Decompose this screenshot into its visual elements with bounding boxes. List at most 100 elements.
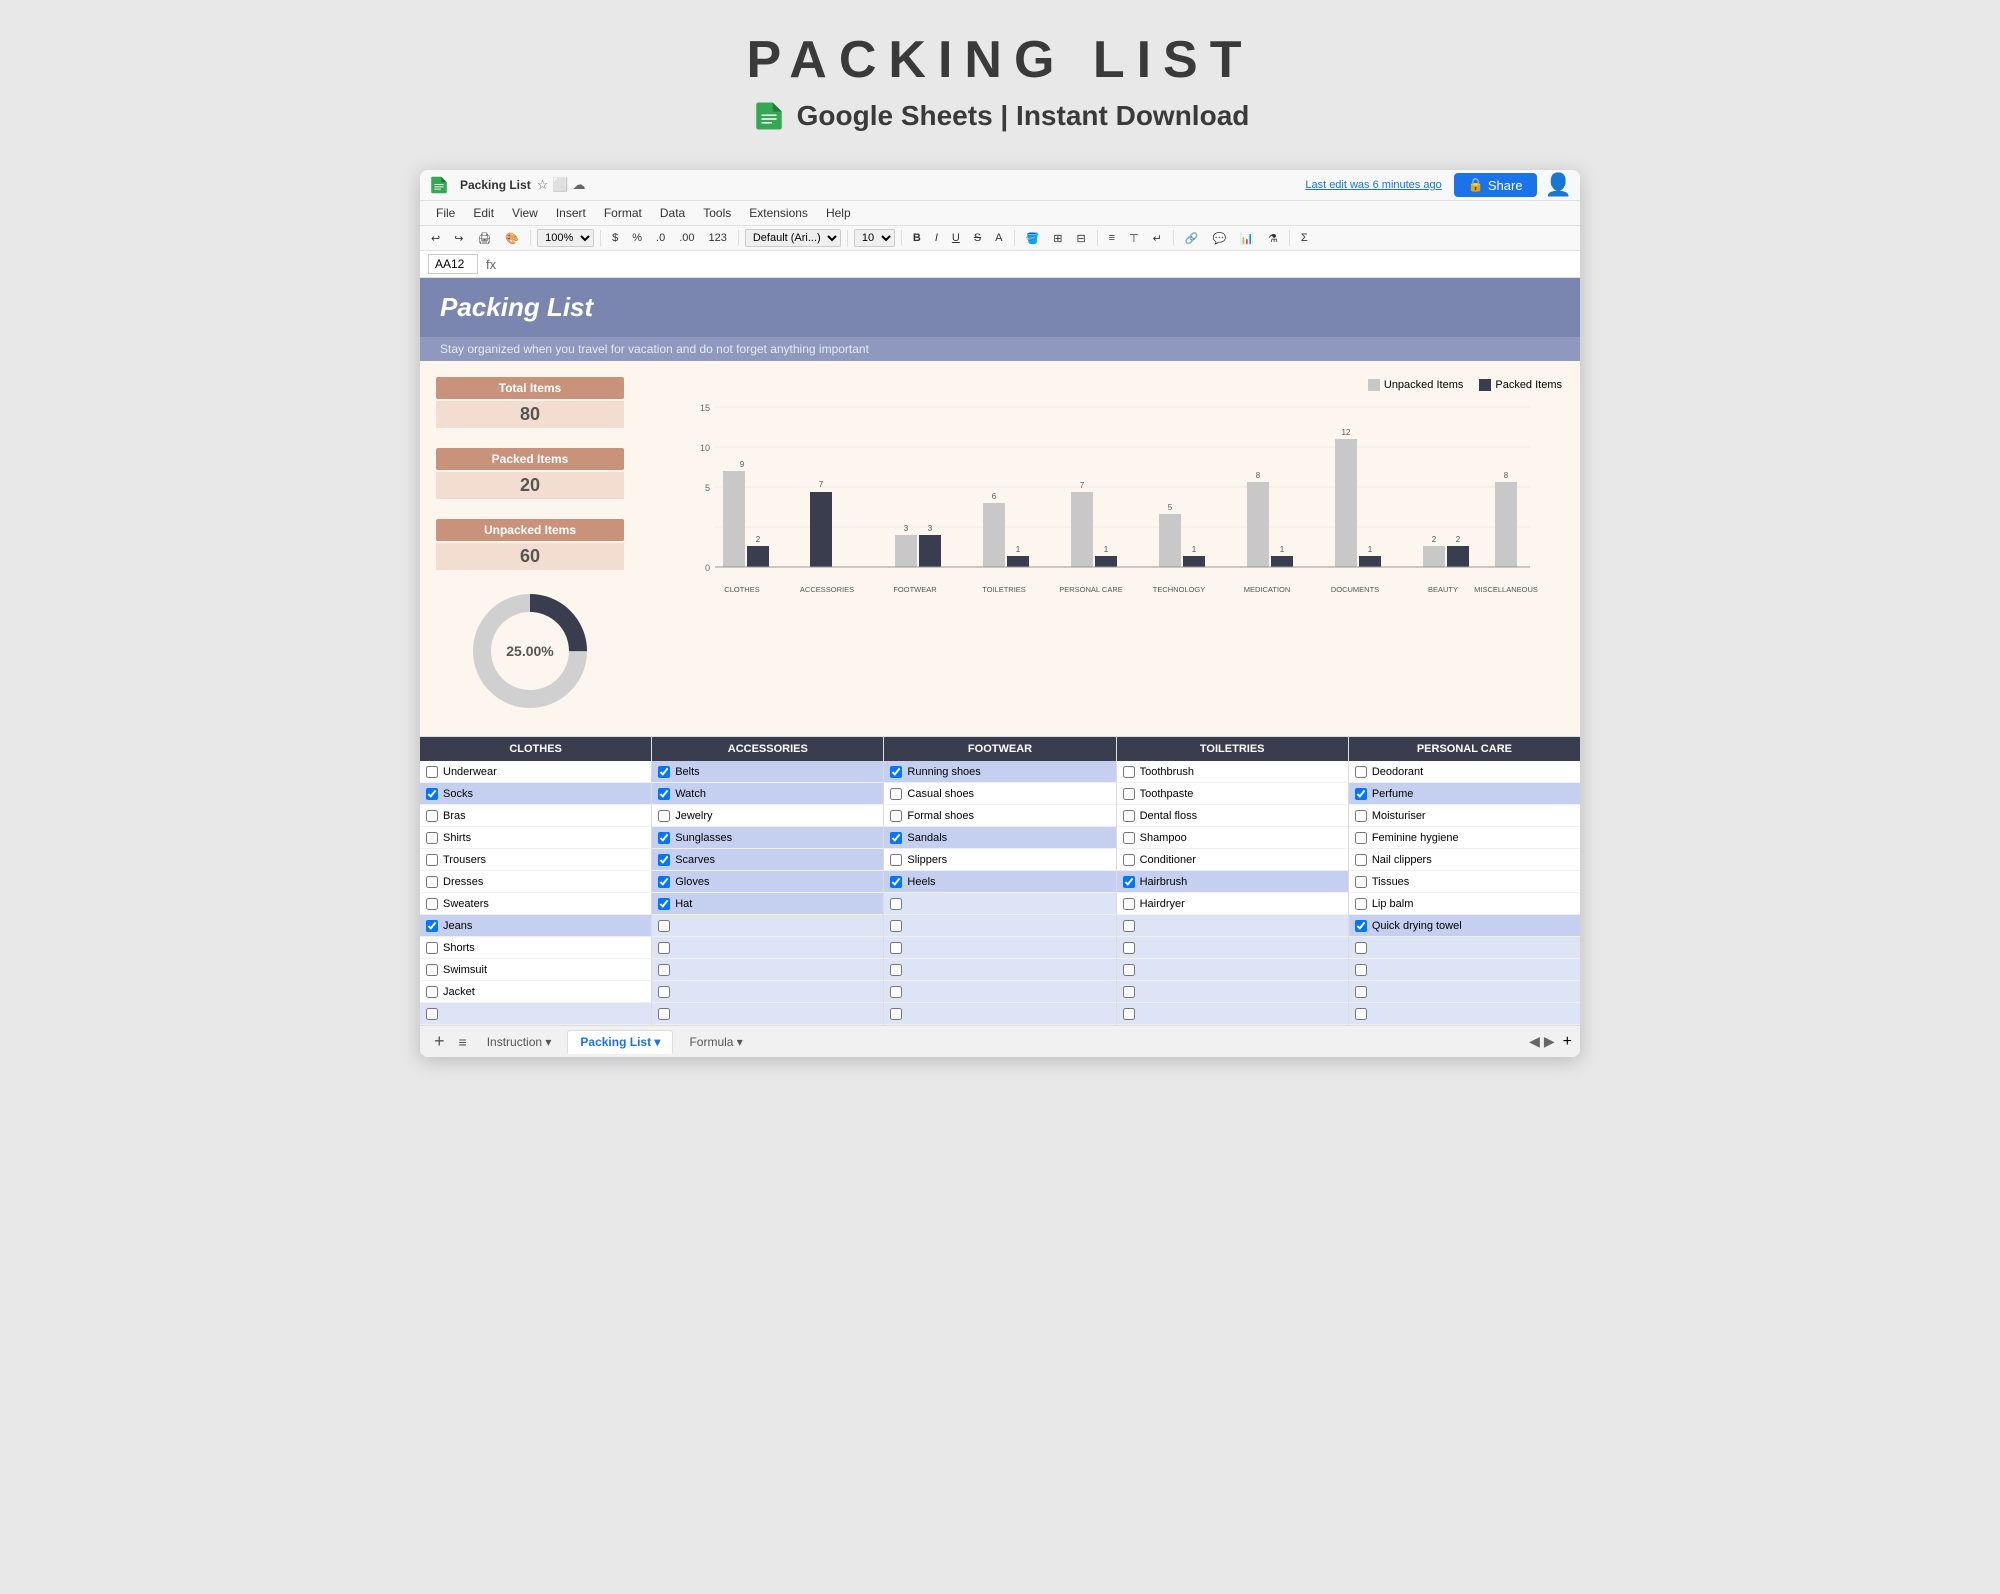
menu-help[interactable]: Help — [818, 203, 859, 223]
checkbox-4-3[interactable] — [1355, 832, 1367, 844]
checkbox-2-10[interactable] — [890, 986, 902, 998]
decimal-less-button[interactable]: .0 — [651, 230, 670, 246]
checkbox-1-2[interactable] — [658, 810, 670, 822]
zoom-select[interactable]: 100% — [537, 229, 594, 247]
checkbox-0-11[interactable] — [426, 1008, 438, 1020]
checkbox-1-7[interactable] — [658, 920, 670, 932]
checkbox-2-6[interactable] — [890, 898, 902, 910]
checkbox-0-4[interactable] — [426, 854, 438, 866]
link-button[interactable]: 🔗 — [1180, 230, 1204, 247]
percent-button[interactable]: % — [627, 230, 647, 246]
checkbox-0-3[interactable] — [426, 832, 438, 844]
filter-button[interactable]: ⚗ — [1263, 230, 1283, 247]
checkbox-0-9[interactable] — [426, 964, 438, 976]
checkbox-2-11[interactable] — [890, 1008, 902, 1020]
checkbox-1-0[interactable] — [658, 766, 670, 778]
font-size-select[interactable]: 10 — [854, 229, 895, 247]
checkbox-4-1[interactable] — [1355, 788, 1367, 800]
checkbox-4-6[interactable] — [1355, 898, 1367, 910]
checkbox-3-8[interactable] — [1123, 942, 1135, 954]
sheet-list-button[interactable]: ≡ — [455, 1034, 471, 1050]
align-button[interactable]: ≡ — [1104, 230, 1120, 246]
valign-button[interactable]: ⊤ — [1124, 230, 1144, 247]
checkbox-0-6[interactable] — [426, 898, 438, 910]
cell-reference[interactable]: AA12 — [428, 254, 478, 274]
menu-extensions[interactable]: Extensions — [741, 203, 816, 223]
tab-instruction[interactable]: Instruction ▾ — [475, 1031, 564, 1053]
checkbox-4-8[interactable] — [1355, 942, 1367, 954]
strikethrough-button[interactable]: S — [969, 230, 986, 246]
function-button[interactable]: Σ — [1296, 230, 1313, 246]
checkbox-0-10[interactable] — [426, 986, 438, 998]
tab-packing-list[interactable]: Packing List ▾ — [567, 1030, 673, 1054]
checkbox-4-2[interactable] — [1355, 810, 1367, 822]
checkbox-3-10[interactable] — [1123, 986, 1135, 998]
checkbox-4-11[interactable] — [1355, 1008, 1367, 1020]
comment-button[interactable]: 💬 — [1208, 230, 1232, 247]
checkbox-1-3[interactable] — [658, 832, 670, 844]
checkbox-4-0[interactable] — [1355, 766, 1367, 778]
chart-button[interactable]: 📊 — [1235, 230, 1259, 247]
cloud-icon[interactable]: ☁ — [573, 177, 586, 193]
undo-button[interactable]: ↩ — [426, 230, 445, 247]
checkbox-2-8[interactable] — [890, 942, 902, 954]
menu-insert[interactable]: Insert — [548, 203, 594, 223]
doc-title[interactable]: Packing List — [460, 178, 531, 192]
print-button[interactable]: 🖨 — [472, 230, 496, 247]
checkbox-4-9[interactable] — [1355, 964, 1367, 976]
checkbox-3-11[interactable] — [1123, 1008, 1135, 1020]
menu-format[interactable]: Format — [596, 203, 650, 223]
fill-color-button[interactable]: 🪣 — [1021, 230, 1045, 247]
checkbox-0-0[interactable] — [426, 766, 438, 778]
merge-button[interactable]: ⊟ — [1071, 230, 1090, 247]
checkbox-1-5[interactable] — [658, 876, 670, 888]
checkbox-2-1[interactable] — [890, 788, 902, 800]
checkbox-3-7[interactable] — [1123, 920, 1135, 932]
checkbox-4-5[interactable] — [1355, 876, 1367, 888]
checkbox-3-6[interactable] — [1123, 898, 1135, 910]
checkbox-0-5[interactable] — [426, 876, 438, 888]
underline-button[interactable]: U — [947, 230, 965, 246]
checkbox-3-5[interactable] — [1123, 876, 1135, 888]
checkbox-4-7[interactable] — [1355, 920, 1367, 932]
checkbox-3-2[interactable] — [1123, 810, 1135, 822]
checkbox-3-9[interactable] — [1123, 964, 1135, 976]
font-select[interactable]: Default (Ari...) — [745, 229, 841, 247]
bold-button[interactable]: B — [908, 230, 926, 246]
checkbox-1-4[interactable] — [658, 854, 670, 866]
checkbox-2-7[interactable] — [890, 920, 902, 932]
decimal-more-button[interactable]: .00 — [674, 230, 699, 246]
tab-formula[interactable]: Formula ▾ — [677, 1031, 754, 1053]
checkbox-2-4[interactable] — [890, 854, 902, 866]
checkbox-3-3[interactable] — [1123, 832, 1135, 844]
checkbox-1-8[interactable] — [658, 942, 670, 954]
checkbox-1-9[interactable] — [658, 964, 670, 976]
share-button[interactable]: 🔒 Share — [1454, 173, 1537, 197]
font-color-button[interactable]: A — [990, 230, 1007, 246]
checkbox-2-5[interactable] — [890, 876, 902, 888]
checkbox-2-3[interactable] — [890, 832, 902, 844]
add-sheet-button[interactable]: + — [428, 1031, 451, 1052]
wrap-button[interactable]: ↵ — [1148, 230, 1167, 247]
checkbox-3-1[interactable] — [1123, 788, 1135, 800]
checkbox-2-9[interactable] — [890, 964, 902, 976]
star-icon[interactable]: ☆ — [537, 177, 549, 193]
checkbox-3-4[interactable] — [1123, 854, 1135, 866]
menu-file[interactable]: File — [428, 203, 463, 223]
format-123-button[interactable]: 123 — [704, 230, 732, 246]
currency-button[interactable]: $ — [607, 230, 623, 246]
checkbox-1-6[interactable] — [658, 898, 670, 910]
checkbox-1-1[interactable] — [658, 788, 670, 800]
scroll-right-icon[interactable]: ▶ — [1544, 1033, 1555, 1050]
menu-view[interactable]: View — [504, 203, 546, 223]
checkbox-3-0[interactable] — [1123, 766, 1135, 778]
paint-format-button[interactable]: 🎨 — [500, 230, 524, 247]
menu-data[interactable]: Data — [652, 203, 693, 223]
checkbox-0-8[interactable] — [426, 942, 438, 954]
checkbox-1-10[interactable] — [658, 986, 670, 998]
checkbox-0-2[interactable] — [426, 810, 438, 822]
menu-tools[interactable]: Tools — [695, 203, 739, 223]
checkbox-2-2[interactable] — [890, 810, 902, 822]
add-sheet-right-button[interactable]: + — [1563, 1033, 1572, 1051]
redo-button[interactable]: ↪ — [449, 230, 468, 247]
